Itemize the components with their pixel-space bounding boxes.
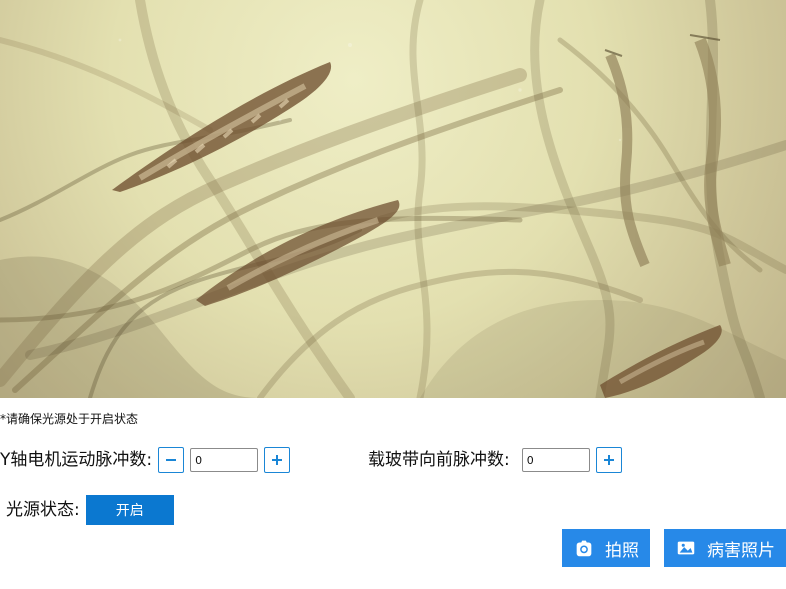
light-source-notice: *请确保光源处于开启状态 [0,412,139,426]
minus-icon [166,459,177,461]
slide-belt-pulse-input[interactable] [521,448,590,472]
disease-photos-label: 病害照片 [707,540,775,561]
light-status-row: 光源状态: 开启 [6,495,174,525]
disease-photos-button[interactable]: 病害照片 [664,529,786,567]
y-axis-pulse-increment-button[interactable] [264,447,291,473]
y-axis-pulse-decrement-button[interactable] [158,447,185,473]
take-photo-label: 拍照 [605,540,639,561]
app-root: *请确保光源处于开启状态 Y轴电机运动脉冲数: 载玻带向前脉冲数: [0,0,786,589]
plus-icon [272,455,283,465]
plus-icon [603,455,614,465]
light-status-label: 光源状态: [6,499,80,520]
camera-icon [576,540,592,557]
image-icon [677,541,695,555]
slide-belt-pulse-row: 载玻带向前脉冲数: [368,447,622,473]
y-axis-pulse-label: Y轴电机运动脉冲数: [0,449,153,470]
take-photo-button[interactable]: 拍照 [562,529,650,567]
slide-belt-pulse-label: 载玻带向前脉冲数: [368,449,510,470]
microscope-image [0,0,786,398]
light-status-toggle-button[interactable]: 开启 [85,495,174,525]
y-axis-pulse-row: Y轴电机运动脉冲数: [0,447,291,473]
y-axis-pulse-input[interactable] [190,448,259,472]
slide-belt-pulse-increment-button[interactable] [595,447,622,473]
